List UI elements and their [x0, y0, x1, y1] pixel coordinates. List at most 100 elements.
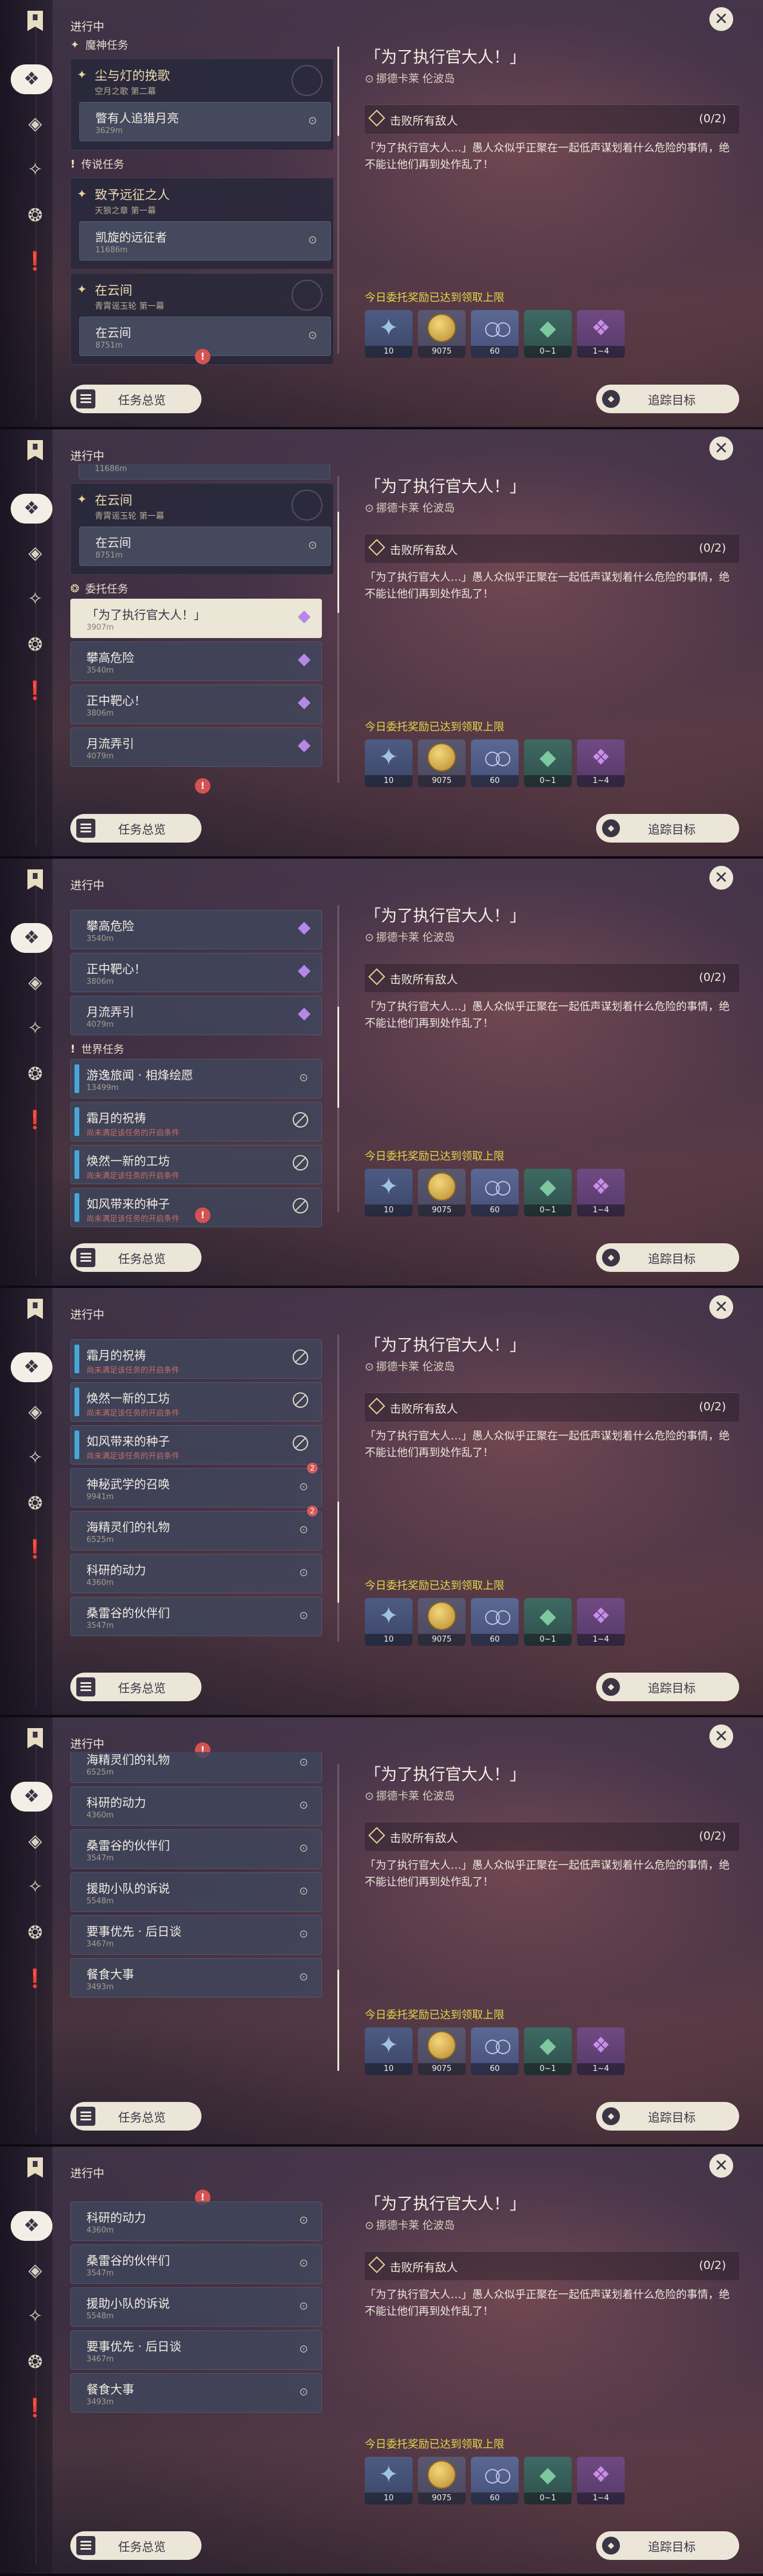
reward-item[interactable]: 9075 [418, 310, 466, 358]
quest-row[interactable]: 餐食大事 3493m ⊙ [70, 2373, 322, 2413]
reward-item[interactable]: ❖ 1~4 [577, 2027, 625, 2075]
reward-item[interactable]: 9075 [418, 739, 466, 787]
close-button[interactable]: ✕ [709, 1724, 733, 1748]
quest-row[interactable]: 霜月的祝祷 尚未满足该任务的开启条件 [70, 1339, 322, 1379]
reward-item[interactable]: ✦ 10 [365, 1598, 412, 1646]
commission-tab[interactable]: ❂ [21, 2349, 49, 2376]
quest-book-icon[interactable] [21, 2154, 49, 2181]
world-quests-tab[interactable]: ❗ [21, 1107, 49, 1134]
close-button[interactable]: ✕ [709, 1295, 733, 1319]
archon-quests-tab[interactable]: ◈ [21, 540, 49, 567]
track-target-button[interactable]: ◆ 追踪目标 [596, 1673, 739, 1701]
reward-item[interactable]: ✦ 10 [365, 310, 412, 358]
reward-item[interactable]: ○○ 60 [471, 2027, 519, 2075]
reward-item[interactable]: ○○ 60 [471, 2457, 519, 2504]
reward-item[interactable]: ✦ 10 [365, 2027, 412, 2075]
all-quests-tab[interactable]: ❖ [11, 64, 52, 94]
reward-item[interactable]: ❖ 1~4 [577, 2457, 625, 2504]
archon-quests-tab[interactable]: ◈ [21, 1828, 49, 1855]
close-button[interactable]: ✕ [709, 436, 733, 460]
reward-item[interactable]: ❖ 1~4 [577, 310, 625, 358]
reward-item[interactable]: ○○ 60 [471, 310, 519, 358]
scroll-thumb[interactable] [337, 1501, 339, 1603]
quest-row[interactable]: 攀高危险 3540m ◆ [70, 642, 322, 681]
close-button[interactable]: ✕ [709, 2154, 733, 2178]
track-target-button[interactable]: ◆ 追踪目标 [596, 814, 739, 843]
track-target-button[interactable]: ◆ 追踪目标 [596, 2531, 739, 2560]
world-quests-tab[interactable]: ❗ [21, 1965, 49, 1993]
quest-overview-button[interactable]: 任务总览 [70, 814, 201, 843]
quest-row[interactable]: 科研的动力 4360m ⊙ [70, 2202, 322, 2241]
quest-row[interactable]: 在云间 8751m ⊙ [79, 527, 331, 566]
quest-row[interactable]: 要事优先 · 后日谈 3467m ⊙ [70, 2330, 322, 2370]
quest-group[interactable]: ✦ 尘与灯的挽歌 空月之歌 第二幕 瞥有人追猎月亮 3629m ⊙ [70, 58, 334, 150]
quest-row[interactable]: 凯旋的远征者11686m⊙ [79, 464, 330, 479]
archon-quests-tab[interactable]: ◈ [21, 2257, 49, 2284]
quest-row[interactable]: 焕然一新的工坊 尚未满足该任务的开启条件 [70, 1382, 322, 1422]
quest-row[interactable]: 要事优先 · 后日谈 3467m ⊙ [70, 1915, 322, 1955]
quest-overview-button[interactable]: 任务总览 [70, 2102, 201, 2131]
quest-row[interactable]: 如风带来的种子 尚未满足该任务的开启条件 [70, 1188, 322, 1227]
quest-book-icon[interactable] [21, 1295, 49, 1323]
reward-item[interactable]: 9075 [418, 2457, 466, 2504]
reward-item[interactable]: ❖ 1~4 [577, 1169, 625, 1216]
quest-row[interactable]: 霜月的祝祷 尚未满足该任务的开启条件 [70, 1102, 322, 1141]
quest-overview-button[interactable]: 任务总览 [70, 385, 201, 413]
commission-tab[interactable]: ❂ [21, 1490, 49, 1518]
quest-row[interactable]: 桑雷谷的伙伴们 3547m ⊙ [70, 1829, 322, 1869]
reward-item[interactable]: ✦ 10 [365, 2457, 412, 2504]
quest-row[interactable]: 科研的动力 4360m ⊙ [70, 1787, 322, 1826]
scroll-thumb[interactable] [337, 47, 339, 136]
quest-overview-button[interactable]: 任务总览 [70, 2531, 201, 2560]
commission-tab[interactable]: ❂ [21, 631, 49, 659]
quest-list[interactable]: 海精灵们的礼物6525m⊙2 科研的动力4360m⊙ 桑雷谷的伙伴们3547m⊙… [70, 1752, 337, 2086]
quest-row[interactable]: 瞥有人追猎月亮 3629m ⊙ [79, 102, 331, 141]
world-quests-tab[interactable]: ❗ [21, 248, 49, 275]
quest-row[interactable]: 科研的动力 4360m ⊙ [70, 1554, 322, 1593]
scrollbar[interactable] [337, 476, 339, 783]
scroll-thumb[interactable] [337, 1007, 339, 1108]
all-quests-tab[interactable]: ❖ [11, 923, 52, 953]
reward-item[interactable]: ❖ 1~4 [577, 739, 625, 787]
scroll-thumb[interactable] [337, 1970, 339, 2071]
track-target-button[interactable]: ◆ 追踪目标 [596, 2102, 739, 2131]
reward-item[interactable]: ○○ 60 [471, 739, 519, 787]
scroll-thumb[interactable] [337, 512, 339, 613]
reward-item[interactable]: ❖ 1~4 [577, 1598, 625, 1646]
close-button[interactable]: ✕ [709, 7, 733, 31]
story-quests-tab[interactable]: ✧ [21, 156, 49, 184]
reward-item[interactable]: ◆ 0~1 [524, 739, 572, 787]
story-quests-tab[interactable]: ✧ [21, 2303, 49, 2330]
quest-row[interactable]: 游逸旅闻 · 相烽绘愿 13499m ⊙ [70, 1059, 322, 1098]
all-quests-tab[interactable]: ❖ [11, 1352, 52, 1382]
quest-overview-button[interactable]: 任务总览 [70, 1243, 201, 1272]
archon-quests-tab[interactable]: ◈ [21, 110, 49, 138]
all-quests-tab[interactable]: ❖ [11, 1782, 52, 1812]
quest-overview-button[interactable]: 任务总览 [70, 1673, 201, 1701]
story-quests-tab[interactable]: ✧ [21, 586, 49, 613]
quest-group[interactable]: ✦ 在云间 青霄谣玉轮 第一幕 在云间 8751m ⊙ [70, 483, 334, 575]
quest-list[interactable]: ✦ 魔神任务 ✦ 尘与灯的挽歌 空月之歌 第二幕 瞥有人追猎月亮 3629m ⊙ ! 传… [70, 35, 337, 369]
reward-item[interactable]: ○○ 60 [471, 1598, 519, 1646]
quest-row[interactable]: 海精灵们的礼物6525m⊙2 [70, 1752, 322, 1783]
quest-book-icon[interactable] [21, 436, 49, 464]
quest-row[interactable]: 援助小队的诉说 5548m ⊙ [70, 1872, 322, 1912]
quest-list[interactable]: 霜月的祝祷 尚未满足该任务的开启条件 焕然一新的工坊 尚未满足该任务的开启条件 如风… [70, 1323, 337, 1657]
scrollbar[interactable] [337, 1335, 339, 1642]
quest-list[interactable]: 攀高危险 3540m ◆ 正中靶心！ 3806m ◆ 月流弄引 4079m ◆ ! 世界任务 … [70, 893, 337, 1227]
reward-item[interactable]: ○○ 60 [471, 1169, 519, 1216]
story-quests-tab[interactable]: ✧ [21, 1874, 49, 1901]
reward-item[interactable]: ◆ 0~1 [524, 1598, 572, 1646]
scrollbar[interactable] [337, 1764, 339, 2071]
quest-group[interactable]: ✦ 致予远征之人 天狼之章 第一幕 凯旋的远征者 11686m ⊙ [70, 178, 334, 270]
scrollbar[interactable] [337, 47, 339, 354]
quest-row[interactable]: 餐食大事 3493m ⊙ [70, 1958, 322, 1998]
quest-row[interactable]: 月流弄引 4079m ◆ [70, 727, 322, 767]
reward-item[interactable]: ◆ 0~1 [524, 2027, 572, 2075]
quest-list[interactable]: 凯旋的远征者11686m⊙ ✦ 在云间 青霄谣玉轮 第一幕 在云间8751m⊙ … [70, 464, 337, 798]
quest-list[interactable]: 科研的动力 4360m ⊙ 桑雷谷的伙伴们 3547m ⊙ 援助小队的诉说 5548m ⊙ … [70, 2181, 337, 2515]
story-quests-tab[interactable]: ✧ [21, 1444, 49, 1472]
all-quests-tab[interactable]: ❖ [11, 494, 52, 524]
quest-book-icon[interactable] [21, 866, 49, 893]
scrollbar[interactable] [337, 905, 339, 1212]
